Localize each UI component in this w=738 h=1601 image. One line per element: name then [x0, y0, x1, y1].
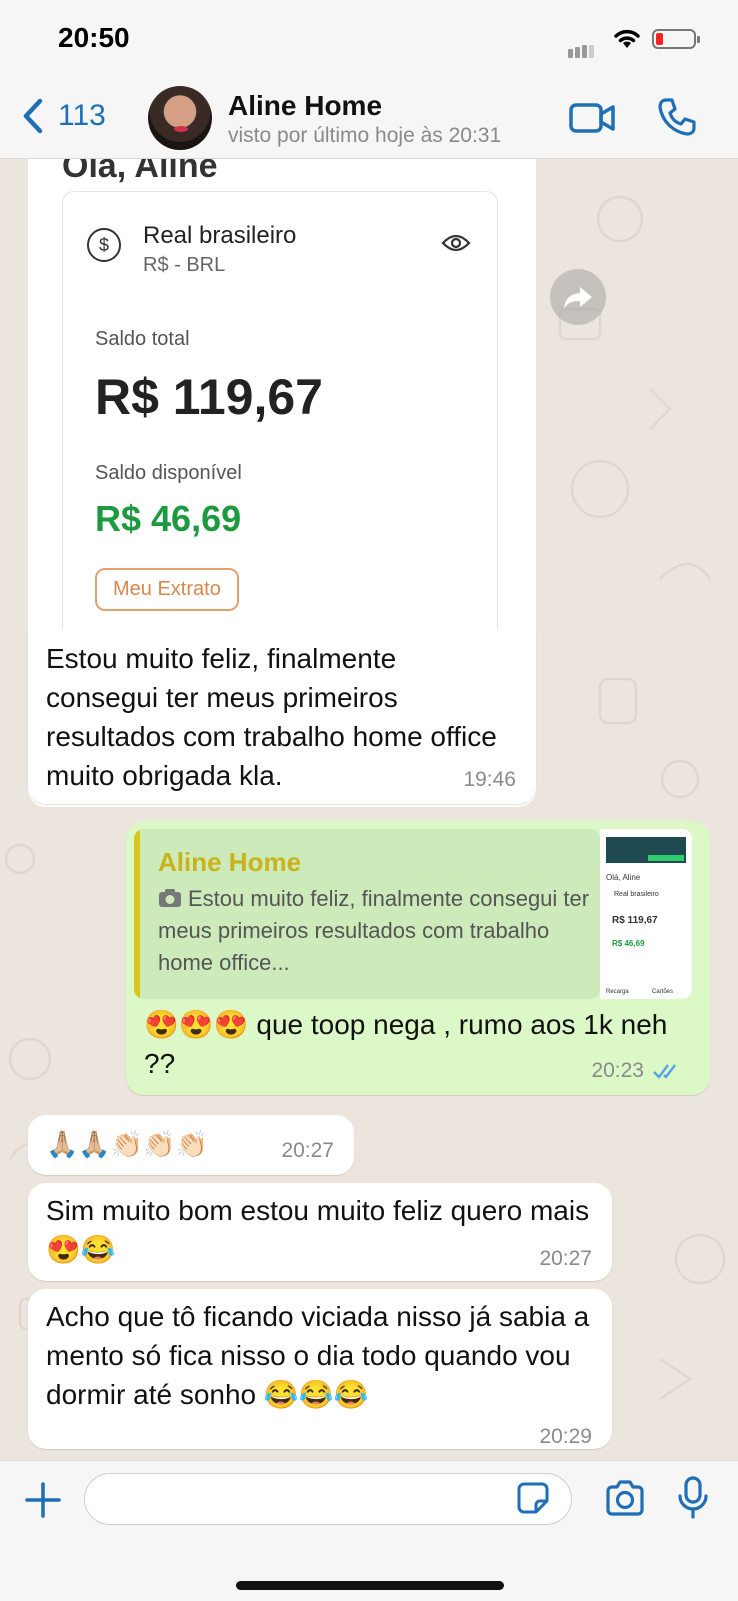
contact-name[interactable]: Aline Home — [228, 90, 382, 122]
contact-status: visto por último hoje às 20:31 — [228, 124, 502, 147]
status-time: 20:50 — [58, 22, 130, 53]
phone-icon[interactable] — [656, 96, 698, 138]
thumb-currency: Real brasileiro — [614, 891, 659, 898]
statement-button: Meu Extrato — [95, 568, 239, 611]
signal-icon — [568, 40, 596, 58]
thumb-total: R$ 119,67 — [612, 915, 658, 926]
reply-quote[interactable]: Aline Home Estou muito feliz, finalmente… — [134, 829, 600, 999]
dollar-icon: $ — [87, 228, 121, 262]
status-bar: 20:50 — [0, 0, 738, 80]
input-bar — [0, 1460, 738, 1601]
thumb-bottom-left: Recarga — [606, 989, 629, 995]
chat-area[interactable]: Olá, Aline $ Real brasileiro R$ - BRL Sa… — [0, 159, 738, 1459]
message-bubble-incoming[interactable]: Estou muito feliz, finalmente consegui t… — [28, 629, 536, 804]
quote-thumbnail: Olá, Aline Real brasileiro R$ 119,67 R$ … — [600, 829, 692, 999]
thumb-bottom-right: Cartões — [652, 989, 674, 995]
quote-bar — [134, 829, 140, 999]
back-chevron-icon — [23, 98, 43, 134]
plus-icon[interactable] — [24, 1481, 62, 1519]
microphone-icon[interactable] — [676, 1475, 710, 1521]
video-call-icon[interactable] — [568, 98, 616, 138]
currency-name: Real brasileiro — [143, 222, 297, 249]
wifi-icon — [614, 29, 640, 48]
message-text: 🙏🏼🙏🏼👏🏻👏🏻👏🏻 — [46, 1129, 208, 1159]
thumb-available: R$ 46,69 — [612, 939, 645, 948]
quote-author: Aline Home — [158, 847, 302, 877]
camera-icon[interactable] — [604, 1479, 646, 1517]
home-indicator — [236, 1581, 504, 1590]
sticker-icon[interactable] — [516, 1481, 550, 1515]
thumb-greeting: Olá, Aline — [606, 873, 641, 882]
message-time: 20:27 — [281, 1139, 334, 1162]
quote-text-content: Estou muito feliz, finalmente consegui t… — [158, 886, 590, 975]
total-value: R$ 119,67 — [95, 369, 323, 425]
screenshot-greeting: Olá, Aline — [62, 159, 218, 185]
forward-icon — [564, 287, 592, 309]
currency-code: R$ - BRL — [143, 254, 226, 276]
message-text: Estou muito feliz, finalmente consegui t… — [46, 643, 497, 791]
total-label: Saldo total — [95, 328, 190, 350]
quote-text: Estou muito feliz, finalmente consegui t… — [158, 883, 598, 979]
available-value: R$ 46,69 — [95, 498, 242, 539]
unread-count: 113 — [58, 99, 106, 132]
message-text: Acho que tô ficando viciada nisso já sab… — [46, 1301, 590, 1410]
message-input[interactable] — [84, 1473, 572, 1525]
battery-icon — [652, 29, 700, 49]
eye-icon — [441, 234, 471, 252]
message-bubble-incoming[interactable]: Sim muito bom estou muito feliz quero ma… — [28, 1183, 612, 1281]
message-bubble-incoming[interactable]: 🙏🏼🙏🏼👏🏻👏🏻👏🏻 20:27 — [28, 1115, 354, 1175]
message-bubble-incoming[interactable]: Acho que tô ficando viciada nisso já sab… — [28, 1289, 612, 1449]
read-ticks-icon — [653, 1064, 676, 1079]
available-label: Saldo disponível — [95, 462, 242, 484]
message-time: 20:29 — [539, 1425, 592, 1448]
chat-header: 113 Aline Home visto por último hoje às … — [0, 80, 738, 159]
message-time: 20:23 — [591, 1059, 644, 1082]
back-button[interactable]: 113 — [22, 98, 106, 134]
balance-card: $ Real brasileiro R$ - BRL Saldo total R… — [62, 191, 498, 661]
message-bubble-outgoing[interactable]: Aline Home Estou muito feliz, finalmente… — [126, 821, 710, 1095]
message-text: Sim muito bom estou muito feliz quero ma… — [46, 1195, 590, 1265]
avatar[interactable] — [148, 86, 212, 150]
message-time: 19:46 — [463, 768, 516, 791]
forward-button[interactable] — [550, 269, 606, 325]
camera-small-icon — [159, 889, 181, 907]
message-time: 20:27 — [539, 1247, 592, 1270]
